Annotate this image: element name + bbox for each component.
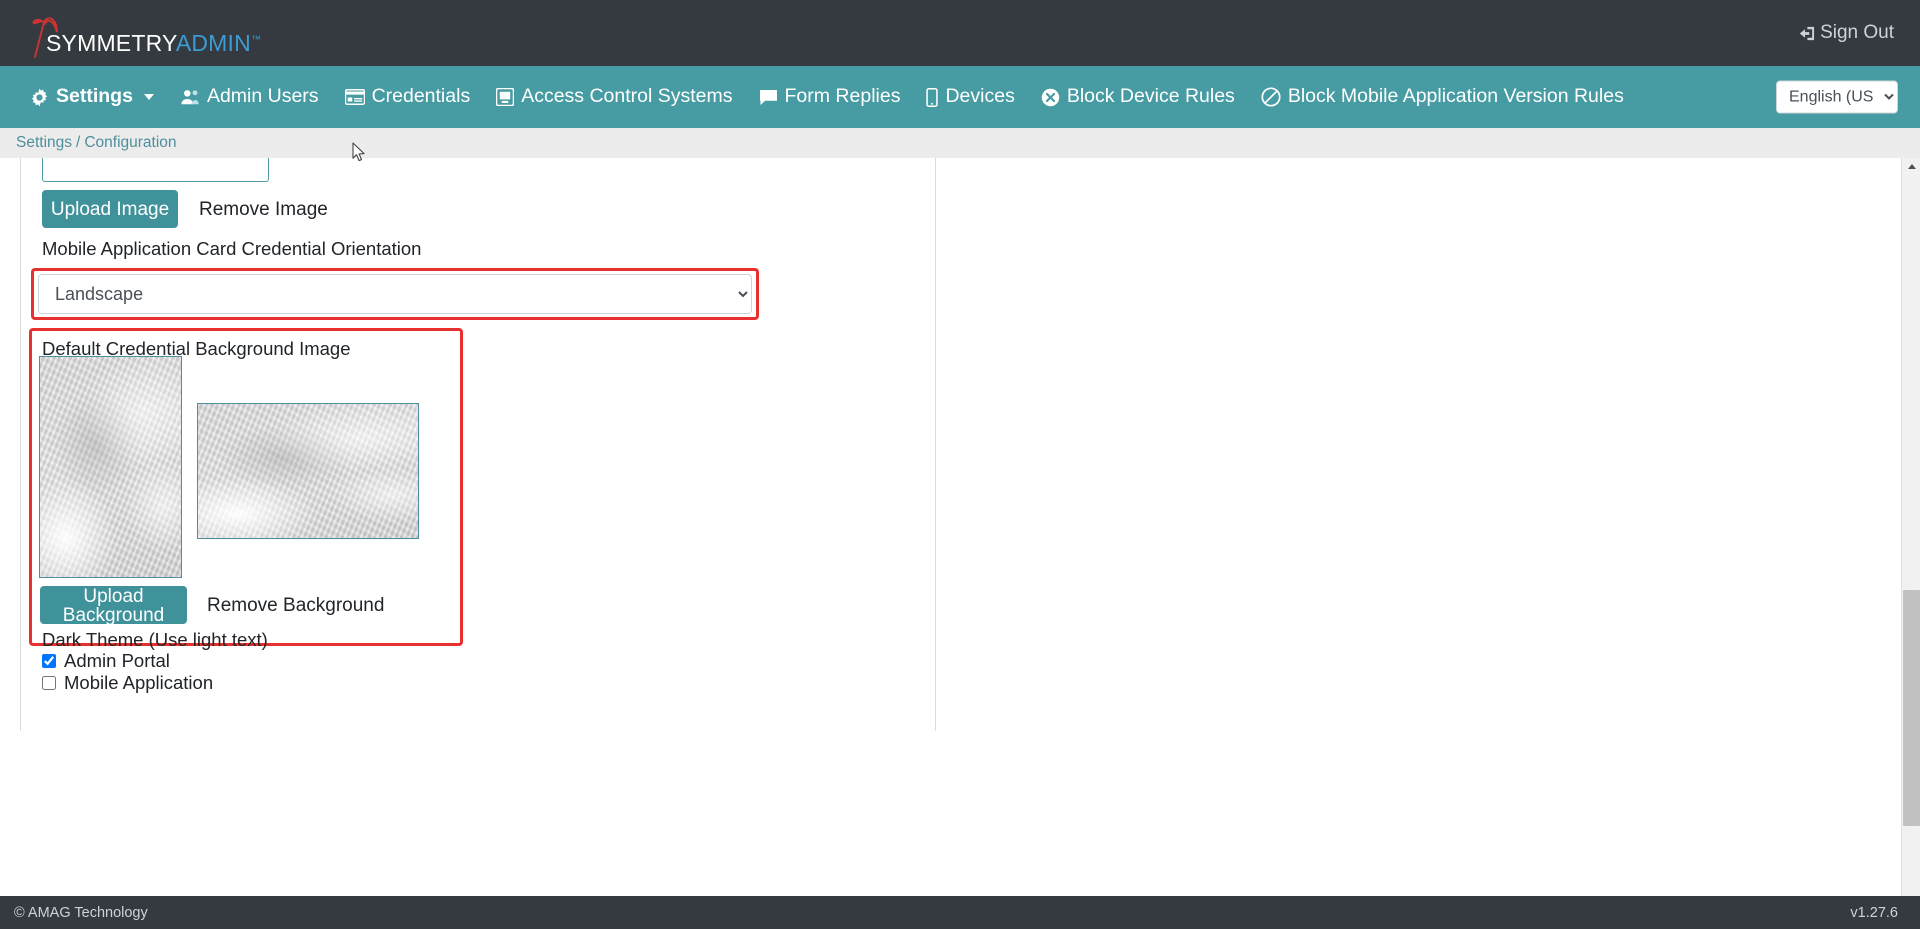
checkbox-label-mobile-application[interactable]: Mobile Application (64, 672, 213, 694)
breadcrumb-configuration[interactable]: Configuration (84, 134, 176, 152)
comment-icon (759, 89, 778, 106)
upload-image-button[interactable]: Upload Image (42, 190, 178, 228)
users-icon (180, 88, 200, 106)
breadcrumb-separator: / (76, 134, 81, 151)
nav-label-devices: Devices (945, 85, 1015, 108)
chevron-down-icon (143, 94, 154, 100)
brand-primary-text: SYMMETRY (46, 30, 176, 56)
gear-icon (30, 88, 49, 107)
nav-item-form-replies[interactable]: Form Replies (759, 85, 901, 108)
checkbox-admin-portal[interactable] (42, 654, 56, 668)
checkbox-mobile-application[interactable] (42, 676, 56, 690)
configuration-panel: Upload Image Remove Image Mobile Applica… (20, 158, 936, 731)
nav-item-credentials[interactable]: Credentials (344, 85, 471, 108)
dark-theme-mobile-application-row[interactable]: Mobile Application (42, 672, 213, 694)
server-icon (496, 88, 515, 106)
breadcrumb: Settings / Configuration (0, 128, 1920, 158)
scroll-up-arrow-icon[interactable] (1902, 158, 1920, 175)
upload-background-button[interactable]: Upload Background (40, 586, 187, 625)
app-logo[interactable]: SYMMETRYADMIN™ (22, 7, 261, 59)
landscape-background-preview[interactable] (197, 403, 419, 539)
breadcrumb-settings[interactable]: Settings (16, 134, 72, 152)
nav-label-settings: Settings (56, 85, 133, 108)
nav-label-credentials: Credentials (371, 85, 471, 108)
footer-version: v1.27.6 (1850, 904, 1898, 921)
ban-icon (1261, 87, 1281, 107)
nav-item-block-device-rules[interactable]: Block Device Rules (1041, 87, 1235, 107)
orientation-select[interactable]: Landscape (38, 274, 752, 314)
nav-label-form-replies: Form Replies (784, 85, 901, 108)
checkbox-label-admin-portal[interactable]: Admin Portal (64, 650, 170, 672)
vertical-scrollbar[interactable] (1901, 158, 1920, 912)
card-icon (344, 89, 365, 105)
nav-item-access-control-systems[interactable]: Access Control Systems (496, 85, 733, 108)
portrait-background-preview[interactable] (39, 356, 182, 578)
sign-out-label: Sign Out (1820, 22, 1894, 43)
nav-item-devices[interactable]: Devices (926, 85, 1015, 108)
logo-text-input[interactable] (42, 158, 269, 182)
sign-out-icon (1796, 24, 1815, 43)
mobile-icon (926, 87, 939, 107)
language-selector[interactable]: English (US) (1776, 80, 1898, 114)
dark-theme-label: Dark Theme (Use light text) (42, 629, 268, 650)
nav-item-settings[interactable]: Settings (30, 87, 154, 107)
remove-image-button[interactable]: Remove Image (193, 198, 334, 222)
footer-copyright: © AMAG Technology (14, 904, 148, 921)
times-circle-icon (1041, 88, 1060, 107)
nav-label-block-device-rules: Block Device Rules (1066, 85, 1235, 108)
sign-out-button[interactable]: Sign Out (1796, 22, 1894, 44)
nav-label-access-control-systems: Access Control Systems (521, 85, 733, 108)
dark-theme-admin-portal-row[interactable]: Admin Portal (42, 650, 170, 672)
scrollbar-thumb[interactable] (1903, 590, 1920, 826)
main-navigation-bar: Settings Admin Users Credentials Access … (0, 66, 1920, 128)
footer-bar: © AMAG Technology v1.27.6 (0, 896, 1920, 929)
nav-label-admin-users: Admin Users (206, 85, 319, 108)
nav-label-block-mobile-application-version-rules: Block Mobile Application Version Rules (1287, 85, 1624, 108)
app-logo-text: SYMMETRYADMIN™ (46, 32, 261, 55)
orientation-field-label: Mobile Application Card Credential Orien… (42, 238, 422, 259)
main-content-area: Upload Image Remove Image Mobile Applica… (0, 158, 1901, 731)
symmetry-eagle-icon (22, 13, 58, 59)
brand-trademark: ™ (250, 34, 262, 46)
top-header-bar: SYMMETRYADMIN™ Sign Out (0, 0, 1920, 66)
nav-item-admin-users[interactable]: Admin Users (180, 87, 319, 107)
remove-background-button[interactable]: Remove Background (201, 594, 390, 618)
brand-secondary-text: ADMIN (175, 30, 251, 56)
nav-item-block-mobile-application-version-rules[interactable]: Block Mobile Application Version Rules (1261, 87, 1624, 107)
